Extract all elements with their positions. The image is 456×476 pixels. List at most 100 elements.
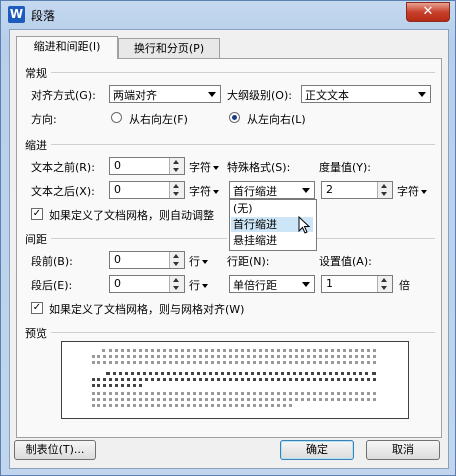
measure-label: 度量值(Y): [319, 161, 372, 174]
ok-button[interactable]: 确定 [280, 440, 354, 460]
section-spacing-label: 间距 [25, 233, 47, 246]
special-format-value: 首行缩进 [233, 185, 277, 198]
tab-line-page-breaks[interactable]: 换行和分页(P) [118, 38, 220, 59]
divider [51, 72, 435, 73]
title-bar: W 段落 ✕ [1, 1, 455, 29]
indent-before-label: 文本之前(R): [31, 161, 95, 174]
outline-level-select[interactable]: 正文文本 [301, 85, 431, 103]
spin-buttons[interactable] [169, 276, 184, 292]
measure-input[interactable]: 2 [321, 181, 393, 199]
indent-after-unit[interactable]: 字符 [189, 183, 219, 199]
space-before-value: 0 [114, 253, 121, 266]
outline-level-label: 大纲级别(O): [227, 89, 292, 102]
section-preview-label: 预览 [25, 327, 47, 340]
alignment-select[interactable]: 两端对齐 [109, 85, 221, 103]
measure-value: 2 [326, 183, 333, 196]
ltr-label: 从左向右(L) [247, 113, 306, 126]
line-spacing-select[interactable]: 单倍行距 [229, 275, 315, 293]
spin-up-icon [173, 278, 179, 282]
chevron-down-icon [418, 92, 426, 97]
rtl-label: 从右向左(F) [129, 113, 188, 126]
unit-text: 行 [189, 279, 200, 292]
preview-line [92, 392, 376, 395]
chevron-down-icon [213, 166, 219, 170]
spin-down-icon [173, 192, 179, 196]
space-after-label: 段后(E): [31, 279, 73, 292]
at-label: 设置值(A): [319, 255, 372, 268]
space-after-value: 0 [114, 277, 121, 290]
unit-text: 字符 [189, 185, 211, 198]
outline-level-value: 正文文本 [305, 89, 349, 102]
dialog-body: 缩进和间距(I) 换行和分页(P) 常规 对齐方式(G): 两端对齐 大纲级别(… [9, 29, 449, 469]
spin-down-icon [381, 192, 387, 196]
spin-buttons[interactable] [169, 252, 184, 268]
line-spacing-value: 单倍行距 [233, 279, 277, 292]
special-format-select[interactable]: 首行缩进 [229, 181, 315, 199]
unit-text: 字符 [189, 161, 211, 174]
indent-after-input[interactable]: 0 [109, 181, 185, 199]
spacing-grid-checkbox[interactable]: ✓ [31, 302, 43, 314]
measure-unit[interactable]: 字符 [397, 183, 427, 199]
dropdown-option[interactable]: (无) [231, 201, 313, 216]
indent-before-value: 0 [114, 159, 121, 172]
spin-buttons[interactable] [377, 182, 392, 198]
dialog-title: 段落 [31, 9, 56, 23]
rtl-radio[interactable] [111, 112, 122, 123]
chevron-down-icon [302, 282, 310, 287]
indent-before-unit[interactable]: 字符 [189, 159, 219, 175]
unit-text: 行 [189, 255, 200, 268]
chevron-down-icon [202, 260, 208, 264]
chevron-down-icon [302, 188, 310, 193]
spin-buttons[interactable] [169, 182, 184, 198]
tab-indent-spacing[interactable]: 缩进和间距(I) [16, 36, 118, 59]
chevron-down-icon [421, 190, 427, 194]
ltr-radio[interactable] [229, 112, 240, 123]
special-format-dropdown[interactable]: (无) 首行缩进 悬挂缩进 [229, 199, 317, 251]
indent-before-input[interactable]: 0 [109, 157, 185, 175]
chevron-down-icon [213, 190, 219, 194]
preview-line [92, 398, 376, 401]
divider [51, 332, 435, 333]
indent-grid-checkbox[interactable]: ✓ [31, 208, 43, 220]
space-before-unit[interactable]: 行 [189, 253, 208, 269]
divider [51, 144, 435, 145]
at-value: 1 [326, 277, 333, 290]
preview-line [92, 355, 376, 358]
preview-line [102, 349, 376, 352]
spin-buttons[interactable] [169, 158, 184, 174]
spin-buttons[interactable] [377, 276, 392, 292]
unit-text: 字符 [397, 185, 419, 198]
indent-after-label: 文本之后(X): [31, 185, 95, 198]
space-after-input[interactable]: 0 [109, 275, 185, 293]
preview-line-current [92, 384, 142, 387]
preview-line [92, 361, 376, 364]
spin-up-icon [381, 278, 387, 282]
spin-up-icon [173, 184, 179, 188]
space-before-input[interactable]: 0 [109, 251, 185, 269]
preview-line-current [106, 372, 376, 375]
spin-down-icon [173, 168, 179, 172]
chevron-down-icon [208, 92, 216, 97]
at-unit: 倍 [399, 279, 410, 292]
indent-grid-label: 如果定义了文档网格，则自动调整 [49, 209, 214, 222]
alignment-value: 两端对齐 [113, 89, 157, 102]
divider [51, 238, 227, 239]
spin-up-icon [173, 160, 179, 164]
spin-down-icon [173, 286, 179, 290]
tab-panel: 常规 对齐方式(G): 两端对齐 大纲级别(O): 正文文本 方向: 从右向左(… [16, 58, 442, 438]
special-format-label: 特殊格式(S): [227, 161, 291, 174]
direction-label: 方向: [31, 113, 57, 126]
preview-line [92, 404, 292, 407]
wps-writer-icon: W [8, 6, 25, 23]
cancel-button[interactable]: 取消 [366, 440, 440, 460]
tab-stops-button[interactable]: 制表位(T)... [14, 440, 96, 460]
section-general-label: 常规 [25, 67, 47, 80]
space-after-unit[interactable]: 行 [189, 277, 208, 293]
close-button[interactable]: ✕ [406, 2, 450, 22]
section-indent-label: 缩进 [25, 139, 47, 152]
paragraph-dialog: W 段落 ✕ 缩进和间距(I) 换行和分页(P) 常规 对齐方式(G): 两端对… [0, 0, 456, 476]
spin-up-icon [381, 184, 387, 188]
preview-line-current [92, 378, 376, 381]
indent-after-value: 0 [114, 183, 121, 196]
at-input[interactable]: 1 [321, 275, 393, 293]
